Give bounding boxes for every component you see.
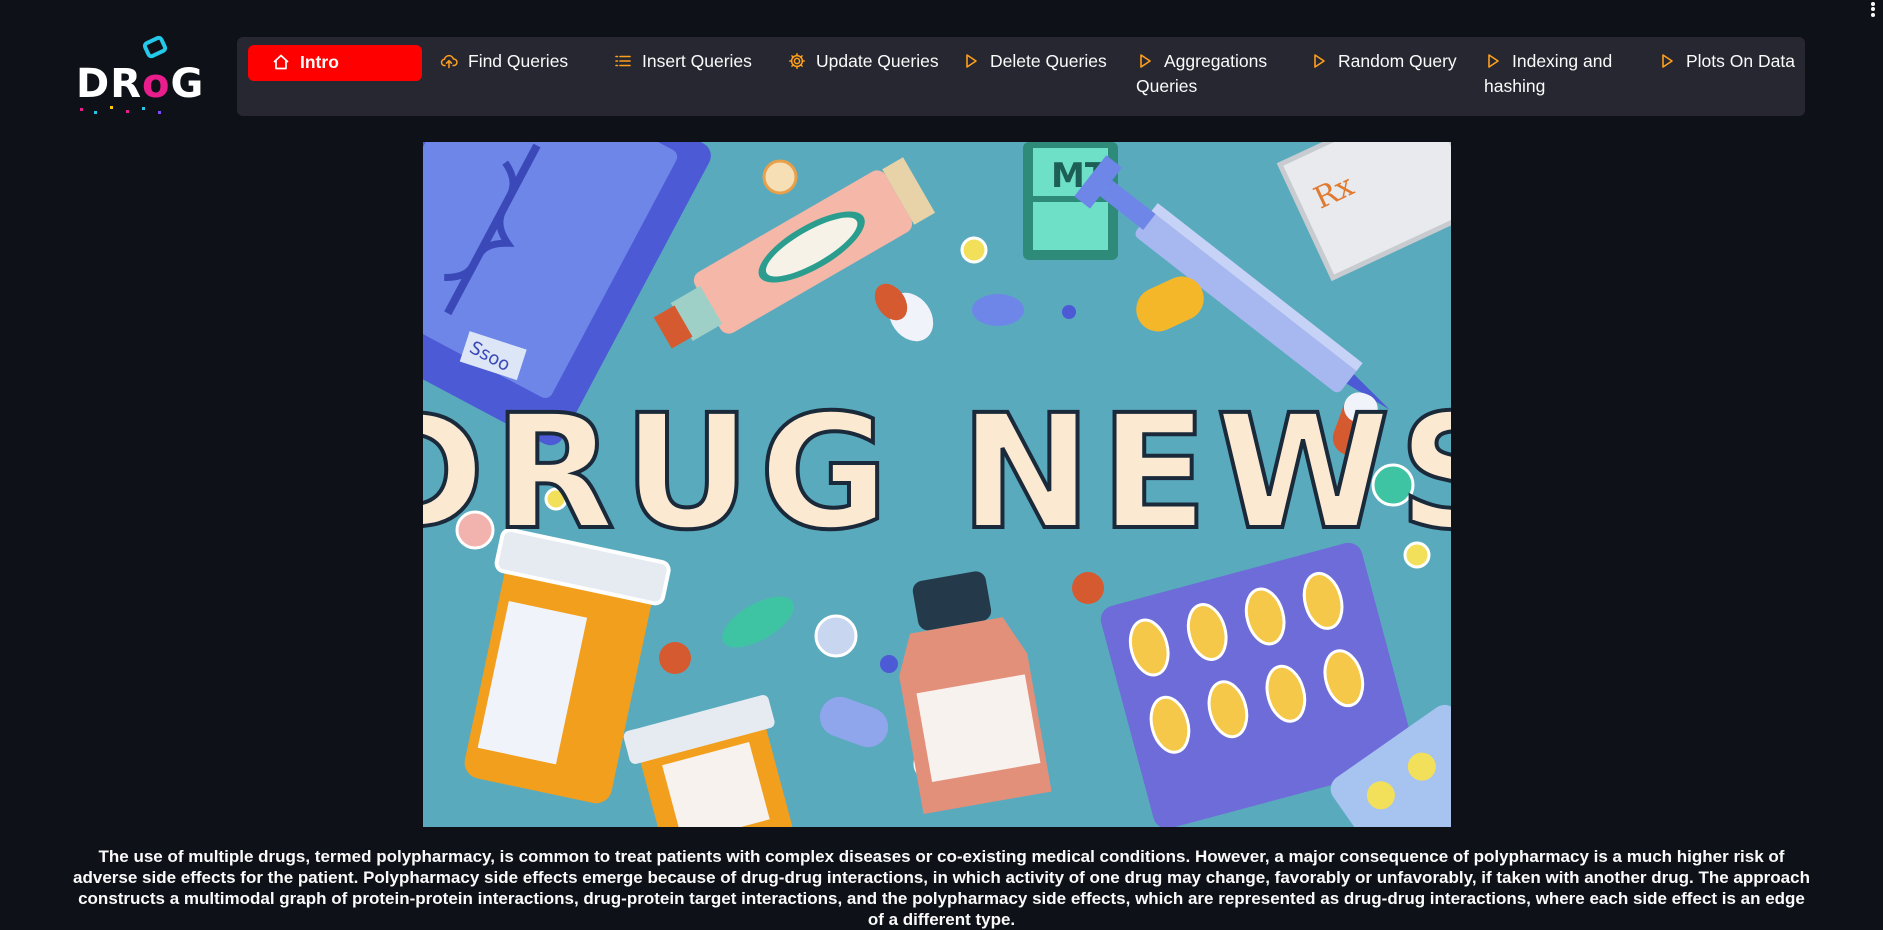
nav-item-aggregations-queries[interactable]: Aggregations Queries <box>1136 45 1292 97</box>
nav-item-intro[interactable]: Intro <box>248 45 422 81</box>
cloud-upload-icon <box>440 54 458 69</box>
house-icon <box>273 54 289 70</box>
nav-item-label: Find Queries <box>468 51 569 71</box>
headline: DRUG NEWS <box>423 381 1451 565</box>
nav-item-label: Delete Queries <box>990 51 1107 71</box>
nav-item-label: Aggregations Queries <box>1136 51 1268 96</box>
play-triangle-icon <box>1488 54 1499 68</box>
nav-item-label: Insert Queries <box>642 51 752 71</box>
play-triangle-icon <box>1140 54 1151 68</box>
main-menu-kebab-icon[interactable] <box>1867 0 1879 22</box>
nav-item-delete-queries[interactable]: Delete Queries <box>962 45 1118 97</box>
nav-item-label: Indexing and hashing <box>1484 51 1613 96</box>
nav-item-update-queries[interactable]: Update Queries <box>788 45 944 97</box>
intro-caption: The use of multiple drugs, termed polyph… <box>73 847 1810 929</box>
hero-illustration: Ssoo MT Rx RUG NEW <box>423 142 1451 827</box>
nav-item-plots-on-data[interactable]: Plots On Data <box>1658 45 1804 97</box>
drug-news-illustration: Ssoo MT Rx RUG NEW <box>423 142 1451 827</box>
nav-item-label: Random Query <box>1338 51 1457 71</box>
nav-item-random-query[interactable]: Random Query <box>1310 45 1466 97</box>
logo-text: DRoG <box>76 61 205 107</box>
logo-badge-shape <box>141 34 169 60</box>
play-triangle-icon <box>1662 54 1673 68</box>
nav-item-find-queries[interactable]: Find Queries <box>440 45 596 97</box>
play-triangle-icon <box>966 54 977 68</box>
play-triangle-icon <box>1314 54 1325 68</box>
nav-item-label: Plots On Data <box>1686 51 1795 71</box>
nav-item-indexing-and-hashing[interactable]: Indexing and hashing <box>1484 45 1640 97</box>
nav-item-label: Update Queries <box>816 51 939 71</box>
list-icon <box>615 55 631 67</box>
gear-icon <box>789 53 805 69</box>
logo-confetti <box>76 106 176 114</box>
top-navbar: Intro Find Queries Insert Queries Update… <box>237 37 1805 116</box>
app-logo: DRoG <box>76 34 203 114</box>
nav-item-insert-queries[interactable]: Insert Queries <box>614 45 770 97</box>
nav-item-label: Intro <box>300 52 339 72</box>
